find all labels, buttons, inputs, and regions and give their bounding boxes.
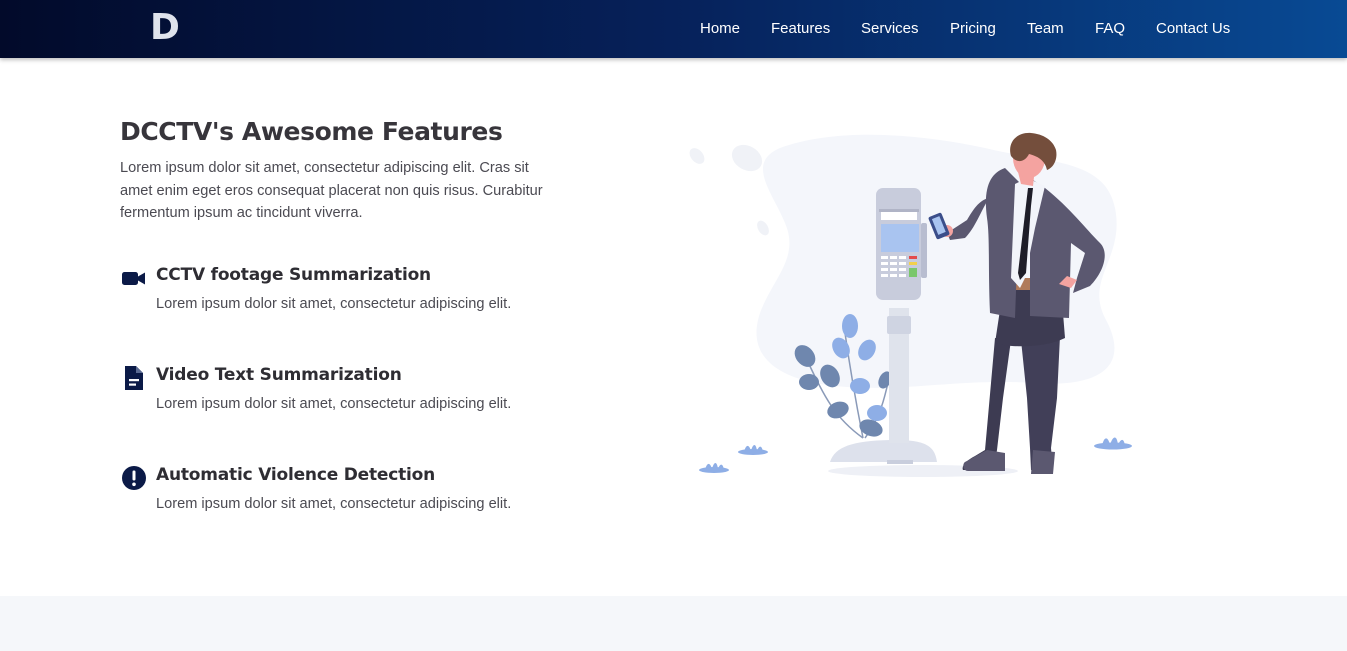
feature-item-violence-detection: Automatic Violence Detection Lorem ipsum… [120,464,640,524]
leaf-decoration [689,148,705,164]
nav-link-faq[interactable]: FAQ [1095,19,1125,39]
person-with-payment-terminal-illustration [689,132,1132,477]
navbar: D Home Features Services Pricing Team FA… [0,0,1347,58]
nav-link-pricing[interactable]: Pricing [950,19,996,39]
brand-logo[interactable]: D [150,8,180,48]
feature-description: Lorem ipsum dolor sit amet, consectetur … [156,296,512,312]
nav-link-features[interactable]: Features [771,19,830,39]
nav-link-contact-us[interactable]: Contact Us [1156,19,1230,39]
alert-circle-icon [122,466,146,490]
section-title: DCCTV's Awesome Features [120,117,503,146]
feature-description: Lorem ipsum dolor sit amet, consectetur … [156,496,512,512]
feature-description: Lorem ipsum dolor sit amet, consectetur … [156,396,512,412]
leaf-decoration [757,220,769,236]
section-intro: Lorem ipsum dolor sit amet, consectetur … [120,160,543,221]
nav-link-home[interactable]: Home [700,19,740,39]
feature-title: Video Text Summarization [156,365,402,385]
next-section-background [0,596,1347,651]
nav-link-team[interactable]: Team [1027,19,1064,39]
feature-item-video-text-summarization: Video Text Summarization Lorem ipsum dol… [120,364,640,424]
video-camera-icon [122,272,145,285]
feature-title: CCTV footage Summarization [156,265,431,285]
nav-link-services[interactable]: Services [861,19,919,39]
feature-item-cctv-summarization: CCTV footage Summarization Lorem ipsum d… [120,264,640,324]
document-icon [125,366,143,390]
feature-title: Automatic Violence Detection [156,465,436,485]
leaf-decoration [731,144,763,172]
